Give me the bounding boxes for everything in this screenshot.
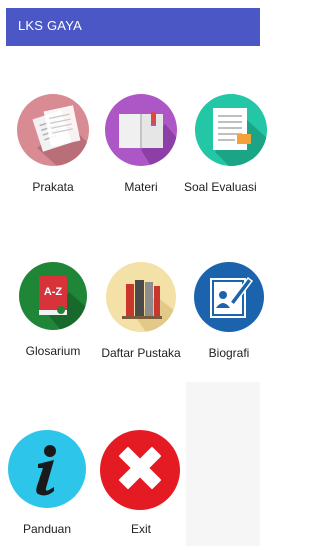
menu-item-label: Panduan [22, 522, 72, 536]
info-icon [8, 430, 86, 508]
menu-item-label: Soal Evaluasi [184, 180, 257, 194]
menu-item-panduan[interactable]: Panduan [4, 430, 90, 540]
menu-item-label: Daftar Pustaka [101, 346, 181, 360]
glossary-book-icon: A-Z [19, 262, 87, 330]
exam-paper-icon [195, 94, 267, 166]
menu-item-prakata[interactable]: Prakata [10, 94, 96, 204]
empty-panel [186, 382, 260, 546]
menu-item-label: Biografi [208, 346, 250, 360]
menu-item-biografi[interactable]: Biografi [188, 262, 274, 372]
biography-icon [194, 262, 264, 332]
exit-x-icon [100, 430, 180, 510]
menu-item-exit[interactable]: Exit [98, 430, 184, 540]
menu-item-materi[interactable]: Materi [98, 94, 184, 204]
menu-item-label: Glosarium [25, 344, 81, 358]
menu-item-label: Prakata [32, 180, 74, 194]
app-title: LKS GAYA [18, 18, 82, 33]
menu-item-soal-evaluasi[interactable]: Soal Evaluasi [184, 94, 274, 204]
menu-item-daftar-pustaka[interactable]: Daftar Pustaka [98, 262, 184, 372]
app-bar: LKS GAYA [6, 8, 260, 46]
book-icon [105, 94, 177, 166]
menu-item-label: Exit [130, 522, 151, 536]
svg-text:A-Z: A-Z [44, 286, 63, 298]
menu-item-label: Materi [124, 180, 158, 194]
books-icon [106, 262, 176, 332]
document-icon [17, 94, 89, 166]
menu-item-glosarium[interactable]: A-Z Glosarium [10, 262, 96, 372]
